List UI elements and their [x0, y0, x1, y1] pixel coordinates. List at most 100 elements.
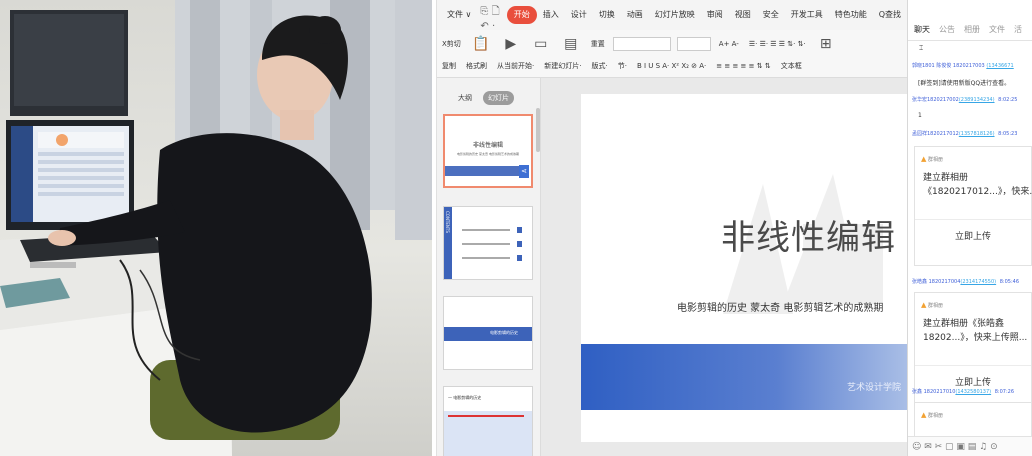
font-name-select[interactable] — [612, 37, 671, 51]
menu-slideshow[interactable]: 幻灯片放映 — [649, 6, 701, 24]
font-size-select[interactable] — [676, 37, 711, 51]
message-header: 张皓鑫 1820217004(2314174550) 8:05:46 — [912, 278, 1019, 285]
pane-tabs: 大纲 幻灯片 — [453, 91, 514, 105]
message-text: 1 — [918, 112, 922, 119]
message-text: [群签到]请使用新版QQ进行查看。 — [918, 80, 1011, 87]
sender-name[interactable]: 张皓鑫 1820217004 — [912, 279, 960, 285]
message-header: 郭晓1801 陈俊俊 1820217003 (13436671 — [912, 62, 1014, 69]
message-header: 张华宏1820217002(2389134234) 8:02:25 — [912, 96, 1017, 103]
composite-image: 文件 ∨ 🖫 ⎙ ⎘ 🗋 ↶ · ↷ ▿ 开始 插入 设计 切换 动画 幻灯片放… — [0, 0, 1032, 456]
format-painter-button[interactable]: 格式刷 — [461, 61, 492, 71]
menu-file[interactable]: 文件 ∨ — [441, 6, 477, 24]
student-at-computer-illustration — [0, 0, 432, 456]
slide-thumbnail-1[interactable]: 非线性编辑 电影剪辑的历史 蒙太奇 电影剪辑艺术的成熟期 ⋖ — [443, 114, 533, 188]
sender-qq[interactable]: (2314174550) — [960, 279, 996, 285]
card-body: 建立群相册 《1820217012...》，快来... — [923, 173, 1032, 197]
paste-icon[interactable]: 📋 — [470, 35, 492, 53]
message-time: 8:07:26 — [994, 389, 1014, 395]
message-header: 张鑫 1820217010(1432580137) 8:07:26 — [912, 388, 1014, 395]
reset-button[interactable]: 重置 — [586, 39, 610, 49]
message-time: 8:05:23 — [998, 131, 1018, 137]
cut-label: X剪切 — [442, 40, 461, 48]
menu-transitions[interactable]: 切换 — [593, 6, 621, 24]
album-card[interactable]: ▲ 群相册 建立群相册 《1820217012...》，快来... 立即上传 — [914, 146, 1032, 266]
tab-album[interactable]: 相册 — [964, 24, 980, 35]
menu-design[interactable]: 设计 — [565, 6, 593, 24]
thumb-band — [445, 166, 523, 176]
search-button[interactable]: Q查找 — [873, 6, 907, 24]
menu-developer[interactable]: 开发工具 — [785, 6, 829, 24]
slide-footer-text: 艺术设计学院 — [846, 383, 901, 393]
slide-thumbnail-4[interactable]: 一 电影剪辑的历史 — [443, 386, 533, 456]
menu-features[interactable]: 特色功能 — [829, 6, 873, 24]
qq-group-chat-panel: 聊天 公告 相册 文件 活 ⌶ 郭晓1801 陈俊俊 1820217003 (1… — [907, 0, 1032, 456]
play-from-current-button[interactable]: 从当前开始· — [492, 61, 539, 71]
new-slide-button[interactable]: 新建幻灯片· — [539, 61, 586, 71]
classroom-photo — [0, 0, 432, 456]
sender-name[interactable]: 张华宏1820217002 — [912, 97, 959, 103]
tab-chat[interactable]: 聊天 — [914, 24, 930, 35]
pane-scrollbar[interactable] — [536, 108, 540, 152]
album-card[interactable]: ▲ 群相册 — [914, 402, 1032, 436]
new-slide-icon[interactable]: ▭ — [530, 35, 552, 53]
thumb-subtitle: 电影剪辑的历史 蒙太奇 电影剪辑艺术的成熟期 — [457, 152, 519, 156]
ribbon-toolbar: X剪切 📋 ▶ ▭ ▤ 重置 A+ A- ☰· ☰· ☰ ☰ ⇅· ⇅· ⊞ 复… — [437, 30, 907, 78]
menu-security[interactable]: 安全 — [757, 6, 785, 24]
tab-slides[interactable]: 幻灯片 — [483, 91, 514, 105]
sender-name[interactable]: 张鑫 1820217010 — [912, 389, 955, 395]
sender-qq[interactable]: (1432580137) — [955, 389, 991, 395]
format-controls[interactable]: B I U S A· X² X₂ ⊘ A· — [632, 62, 711, 70]
font-size-controls[interactable]: A+ A- — [714, 40, 744, 48]
message-time: 8:02:25 — [998, 97, 1018, 103]
chat-toolbar-icons[interactable]: ☺ ✉ ✂ ▢ ▣ ▤ ♫ ⊙ — [912, 442, 998, 452]
sender-name[interactable]: 郭晓1801 — [912, 63, 935, 69]
sender-id: 陈俊俊 1820217003 — [936, 63, 985, 69]
upload-now-button[interactable]: 立即上传 — [915, 375, 1031, 388]
thumb-title: 非线性编辑 — [472, 142, 503, 149]
text-cursor-icon: ⌶ — [919, 44, 924, 52]
menu-home[interactable]: 开始 — [506, 6, 537, 24]
slide-thumbnail-2[interactable]: CONTENTS — [443, 206, 533, 280]
share-icon[interactable]: ⋖ — [519, 165, 529, 178]
ribbon-row-2: 复制 格式刷 从当前开始· 新建幻灯片· 版式· 节· B I U S A· X… — [437, 56, 807, 76]
tab-files[interactable]: 文件 — [989, 24, 1005, 35]
text-box-icon[interactable]: ⊞ — [815, 35, 837, 53]
menu-view[interactable]: 视图 — [729, 6, 757, 24]
cut-button[interactable]: X剪切 — [437, 39, 466, 49]
current-slide[interactable]: 非线性编辑 电影剪辑的历史 蒙太奇 电影剪辑艺术的成熟期 艺术设计学院 — [581, 94, 907, 442]
menu-review[interactable]: 审阅 — [701, 6, 729, 24]
text-box-button[interactable]: 文本框 — [776, 61, 807, 71]
album-icon: ▲ — [921, 411, 927, 419]
wps-presentation-window: 文件 ∨ 🖫 ⎙ ⎘ 🗋 ↶ · ↷ ▿ 开始 插入 设计 切换 动画 幻灯片放… — [436, 0, 1032, 456]
sender-qq[interactable]: (2389134234) — [959, 97, 995, 103]
menu-animations[interactable]: 动画 — [621, 6, 649, 24]
card-header: ▲ 群相册 — [921, 301, 943, 309]
thumb-section-label: 电影剪辑的历史 — [490, 330, 518, 335]
tab-outline[interactable]: 大纲 — [453, 91, 477, 105]
message-header: 孟园祥1820217012(1357818126) 8:05:23 — [912, 130, 1017, 137]
slide-subtitle[interactable]: 电影剪辑的历史 蒙太奇 电影剪辑艺术的成熟期 — [677, 299, 883, 314]
tab-activity[interactable]: 活 — [1014, 24, 1022, 35]
slide-thumbnail-3[interactable]: 电影剪辑的历史 — [443, 296, 533, 370]
chat-input-toolbar: ☺ ✉ ✂ ▢ ▣ ▤ ♫ ⊙ — [908, 436, 1032, 456]
upload-now-button[interactable]: 立即上传 — [915, 229, 1031, 242]
tab-notice[interactable]: 公告 — [939, 24, 955, 35]
copy-button[interactable]: 复制 — [437, 61, 461, 71]
menu-insert[interactable]: 插入 — [537, 6, 565, 24]
layout-button[interactable]: 版式· — [586, 61, 612, 71]
slide-editing-area: 非线性编辑 电影剪辑的历史 蒙太奇 电影剪辑艺术的成熟期 艺术设计学院 — [541, 78, 907, 456]
album-icon: ▲ — [921, 301, 927, 309]
thumb4-title: 一 电影剪辑的历史 — [448, 395, 482, 400]
slide-title[interactable]: 非线性编辑 — [721, 210, 896, 259]
align-controls[interactable]: ≡ ≡ ≡ ≡ ≡ ⇅ ⇅ — [711, 62, 775, 70]
layout-icon[interactable]: ▤ — [560, 35, 582, 53]
sender-qq[interactable]: (1357818126) — [959, 131, 995, 137]
chat-tabs: 聊天 公告 相册 文件 活 — [914, 24, 1022, 35]
list-controls[interactable]: ☰· ☰· ☰ ☰ ⇅· ⇅· — [744, 40, 811, 48]
card-body: 建立群相册《张皓鑫 18202...》，快来上传照... — [923, 319, 1028, 343]
sender-qq[interactable]: (13436671 — [986, 63, 1013, 69]
play-icon[interactable]: ▶ — [500, 35, 522, 53]
album-icon: ▲ — [921, 155, 927, 163]
sender-name[interactable]: 孟园祥1820217012 — [912, 131, 959, 137]
section-button[interactable]: 节· — [613, 61, 632, 71]
